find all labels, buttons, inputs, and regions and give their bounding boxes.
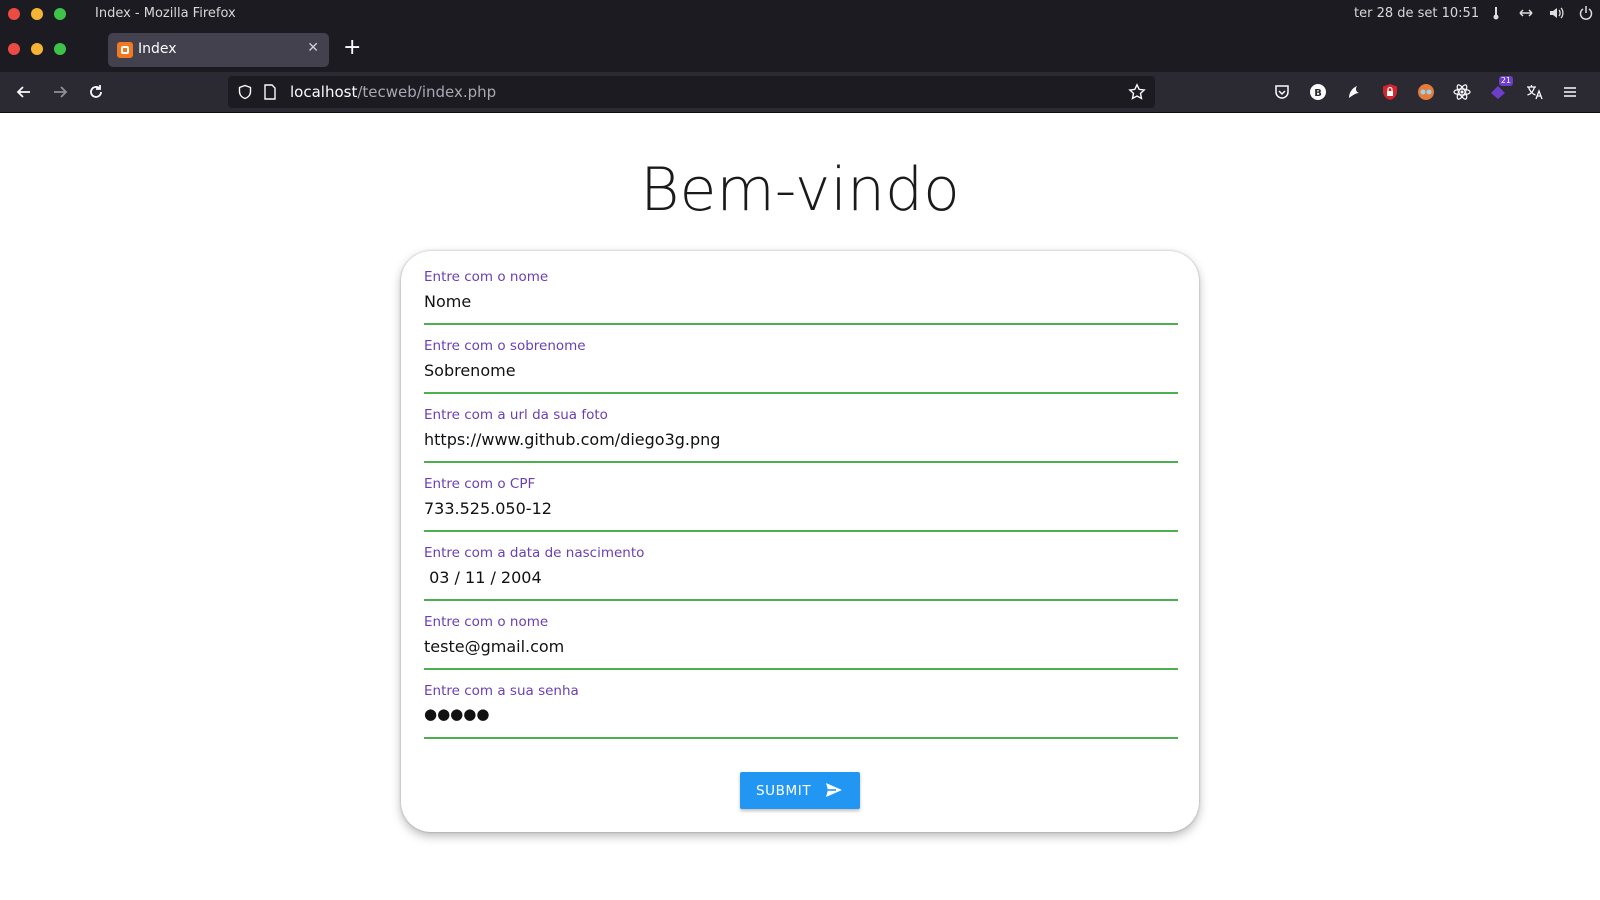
system-tray	[1488, 5, 1594, 25]
notifications-extension-icon[interactable]: 21	[1488, 76, 1513, 101]
send-icon	[825, 782, 843, 798]
pocket-icon[interactable]	[1272, 82, 1291, 101]
svg-text:B: B	[1314, 88, 1322, 99]
os-top-bar: Index - Mozilla Firefox ter 28 de set 10…	[0, 0, 1600, 28]
browser-maximize-button[interactable]	[54, 43, 66, 55]
b-extension-icon[interactable]: B	[1308, 82, 1327, 101]
volume-icon[interactable]	[1548, 5, 1564, 25]
extension-badge: 21	[1498, 76, 1513, 86]
browser-window-controls	[8, 43, 66, 55]
power-icon[interactable]	[1578, 5, 1594, 25]
tab-label: Index	[138, 41, 177, 57]
url-path: /tecweb/index.php	[357, 83, 497, 101]
back-arrow-icon[interactable]	[14, 82, 34, 102]
password-input[interactable]: ●●●●●	[424, 705, 489, 723]
page-title: Bem-vindo	[640, 155, 960, 225]
translate-extension-icon[interactable]	[1524, 82, 1543, 101]
react-devtools-icon[interactable]	[1452, 82, 1471, 101]
birthdate-input[interactable]: 03 / 11 / 2004	[424, 568, 542, 587]
browser-minimize-button[interactable]	[31, 43, 43, 55]
birthdate-field[interactable]: Entre com a data de nascimento 03 / 11 /…	[424, 532, 1178, 601]
extensions-toolbar: B 21	[1272, 76, 1579, 101]
cpf-input[interactable]: 733.525.050-12	[424, 499, 552, 518]
submit-button[interactable]: SUBMIT	[740, 772, 860, 809]
tab-strip: Index ✕ +	[0, 28, 1600, 72]
url-text[interactable]: localhost/tecweb/index.php	[290, 83, 496, 101]
registration-form-card: Entre com o nome Nome Entre com o sobren…	[401, 251, 1199, 832]
thermometer-icon[interactable]	[1488, 5, 1504, 25]
close-window-button[interactable]	[8, 8, 20, 20]
cpf-field-label: Entre com o CPF	[424, 476, 536, 492]
window-controls	[8, 8, 66, 20]
reload-icon[interactable]	[86, 82, 106, 102]
hamburger-menu-icon[interactable]	[1560, 82, 1579, 101]
surname-field-label: Entre com o sobrenome	[424, 338, 586, 354]
ublock-icon[interactable]	[1380, 82, 1399, 101]
photo-url-field-label: Entre com a url da sua foto	[424, 407, 608, 423]
password-field-label: Entre com a sua senha	[424, 683, 579, 699]
birthdate-field-label: Entre com a data de nascimento	[424, 545, 645, 561]
submit-label: SUBMIT	[756, 783, 812, 799]
email-input[interactable]: teste@gmail.com	[424, 637, 564, 656]
system-clock[interactable]: ter 28 de set 10:51	[1354, 6, 1479, 21]
navigation-bar: localhost/tecweb/index.php B 21	[0, 72, 1600, 113]
surname-field[interactable]: Entre com o sobrenome Sobrenome	[424, 325, 1178, 394]
cpf-field[interactable]: Entre com o CPF 733.525.050-12	[424, 463, 1178, 532]
page-info-icon[interactable]	[263, 84, 277, 100]
xampp-favicon-icon	[117, 42, 133, 58]
new-tab-button[interactable]: +	[343, 37, 361, 59]
dark-reader-icon[interactable]	[1344, 82, 1363, 101]
photo-url-input[interactable]: https://www.github.com/diego3g.png	[424, 430, 720, 449]
tab-index[interactable]: Index ✕	[108, 33, 329, 67]
browser-close-button[interactable]	[8, 43, 20, 55]
name-input[interactable]: Nome	[424, 292, 471, 311]
shield-icon[interactable]	[237, 84, 253, 100]
url-host: localhost	[290, 83, 358, 101]
password-field[interactable]: Entre com a sua senha ●●●●●	[424, 670, 1178, 739]
forward-arrow-icon[interactable]	[50, 82, 70, 102]
network-icon[interactable]	[1518, 5, 1534, 25]
photo-url-field[interactable]: Entre com a url da sua foto https://www.…	[424, 394, 1178, 463]
surname-input[interactable]: Sobrenome	[424, 361, 516, 380]
minimize-window-button[interactable]	[31, 8, 43, 20]
mascot-extension-icon[interactable]	[1416, 82, 1435, 101]
name-field[interactable]: Entre com o nome Nome	[424, 256, 1178, 325]
tab-close-icon[interactable]: ✕	[307, 40, 319, 56]
window-title: Index - Mozilla Firefox	[95, 6, 236, 21]
maximize-window-button[interactable]	[54, 8, 66, 20]
email-field-label: Entre com o nome	[424, 614, 549, 630]
url-bar[interactable]: localhost/tecweb/index.php	[228, 76, 1155, 108]
email-field[interactable]: Entre com o nome teste@gmail.com	[424, 601, 1178, 670]
name-field-label: Entre com o nome	[424, 269, 549, 285]
bookmark-star-icon[interactable]	[1128, 83, 1146, 101]
page-content: Bem-vindo Entre com o nome Nome Entre co…	[0, 113, 1600, 900]
